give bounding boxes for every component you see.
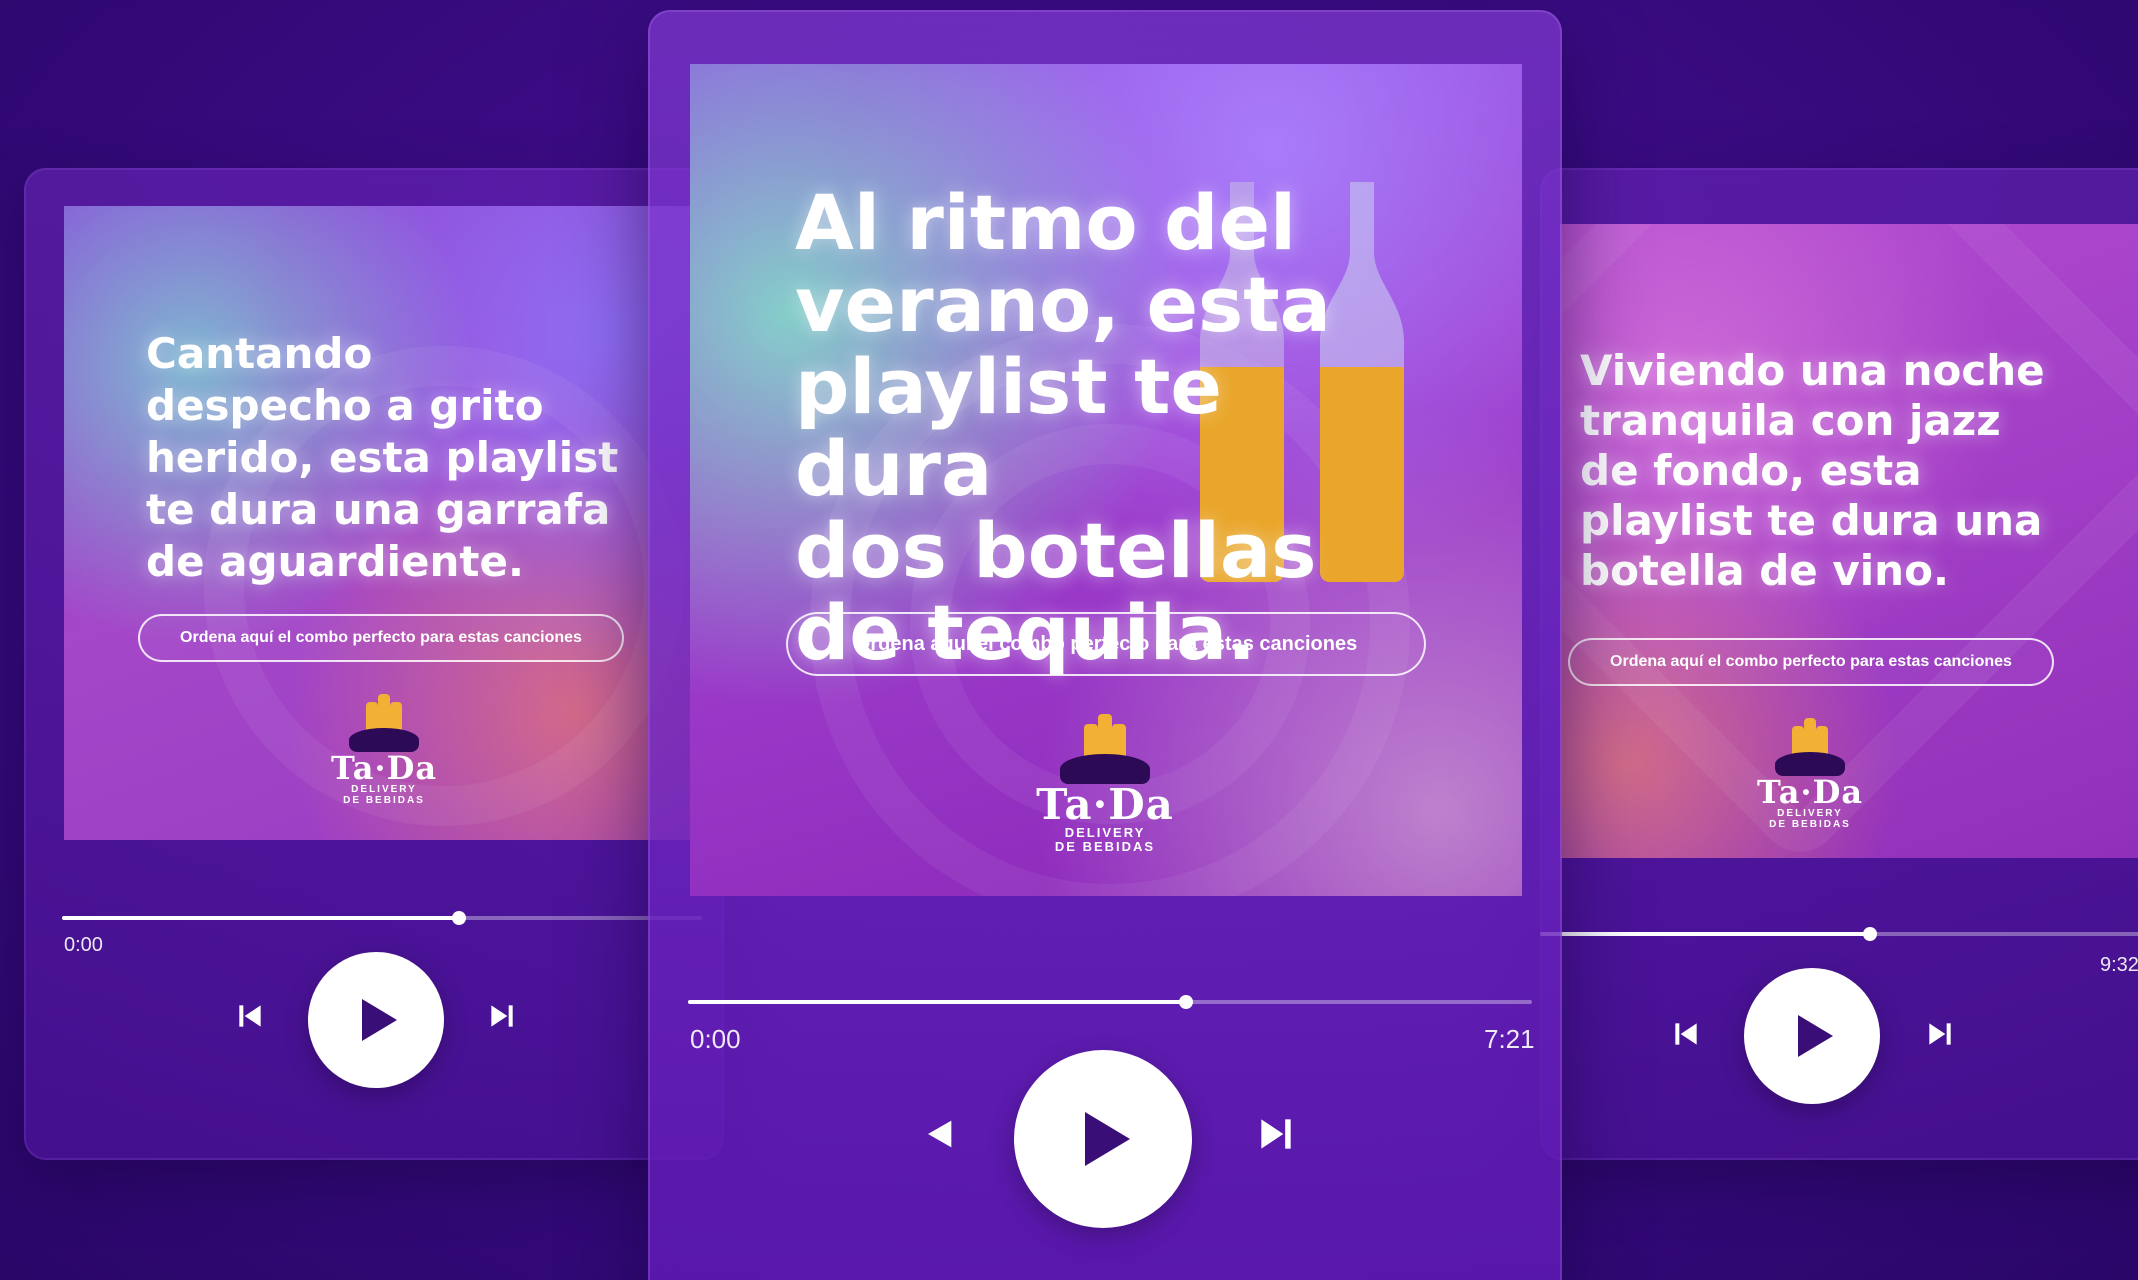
progress-knob[interactable] xyxy=(451,911,466,925)
player-card-left: Cantando despecho a grito herido, esta p… xyxy=(24,168,724,1160)
skip-next-button-center[interactable] xyxy=(1248,1106,1304,1162)
tada-logo-left: Ta·Da DELIVERY DE BEBIDAS xyxy=(309,694,459,806)
skip-next-icon xyxy=(491,1005,513,1027)
play-icon xyxy=(1798,1015,1833,1057)
album-art-center: Al ritmo del verano, esta playlist te du… xyxy=(690,64,1522,896)
play-icon xyxy=(1085,1112,1130,1166)
tada-logo-right: Ta·Da DELIVERY DE BEBIDAS xyxy=(1735,718,1885,830)
time-elapsed-left: 0:00 xyxy=(64,934,103,956)
logo-tagline: DELIVERY DE BEBIDAS xyxy=(343,784,425,806)
skip-next-button-right[interactable] xyxy=(1920,1014,1960,1054)
previous-icon xyxy=(928,1120,952,1148)
skip-previous-button-right[interactable] xyxy=(1666,1014,1706,1054)
skip-previous-button-left[interactable] xyxy=(230,996,270,1036)
player-card-right: Viviendo una noche tranquila con jazz de… xyxy=(1540,168,2138,1160)
player-card-center: Al ritmo del verano, esta playlist te du… xyxy=(648,10,1562,1280)
order-combo-button-right[interactable]: Ordena aquí el combo perfecto para estas… xyxy=(1568,638,2054,686)
logo-wordmark: Ta·Da xyxy=(1756,773,1864,811)
play-button-right[interactable] xyxy=(1744,968,1880,1104)
progress-knob[interactable] xyxy=(1863,927,1877,941)
skip-next-icon xyxy=(1261,1119,1291,1149)
logo-tagline: DELIVERY DE BEBIDAS xyxy=(1054,825,1156,855)
album-art-right: Viviendo una noche tranquila con jazz de… xyxy=(1560,224,2138,858)
album-art-left: Cantando despecho a grito herido, esta p… xyxy=(64,206,704,840)
headline-center: Al ritmo del verano, esta playlist te du… xyxy=(795,178,1331,677)
skip-previous-icon xyxy=(1675,1023,1697,1045)
play-button-left[interactable] xyxy=(308,952,444,1088)
logo-wordmark: Ta·Da xyxy=(1036,780,1174,829)
skip-next-button-left[interactable] xyxy=(482,996,522,1036)
hat-bottles-icon xyxy=(1060,714,1150,784)
skip-previous-icon xyxy=(239,1005,261,1027)
progress-knob[interactable] xyxy=(1178,995,1193,1009)
skip-next-icon xyxy=(1929,1023,1951,1045)
play-icon xyxy=(362,999,397,1041)
progress-bar-right[interactable] xyxy=(1540,927,2138,941)
headline-right: Viviendo una noche tranquila con jazz de… xyxy=(1580,346,2045,595)
time-total-right: 9:32 xyxy=(2100,954,2138,976)
hat-bottles-icon xyxy=(1775,718,1845,776)
logo-tagline: DELIVERY DE BEBIDAS xyxy=(1769,808,1851,830)
progress-bar-left[interactable] xyxy=(62,911,702,925)
previous-button-center[interactable] xyxy=(910,1106,966,1162)
order-combo-button-left[interactable]: Ordena aquí el combo perfecto para estas… xyxy=(138,614,624,662)
hat-bottles-icon xyxy=(349,694,419,752)
tada-logo-center: Ta·Da DELIVERY DE BEBIDAS xyxy=(1020,714,1190,855)
progress-bar-center[interactable] xyxy=(688,995,1532,1009)
play-button-center[interactable] xyxy=(1014,1050,1192,1228)
time-elapsed-center: 0:00 xyxy=(690,1024,741,1054)
time-total-center: 7:21 xyxy=(1484,1024,1535,1054)
headline-left: Cantando despecho a grito herido, esta p… xyxy=(146,329,619,586)
logo-wordmark: Ta·Da xyxy=(330,749,438,787)
